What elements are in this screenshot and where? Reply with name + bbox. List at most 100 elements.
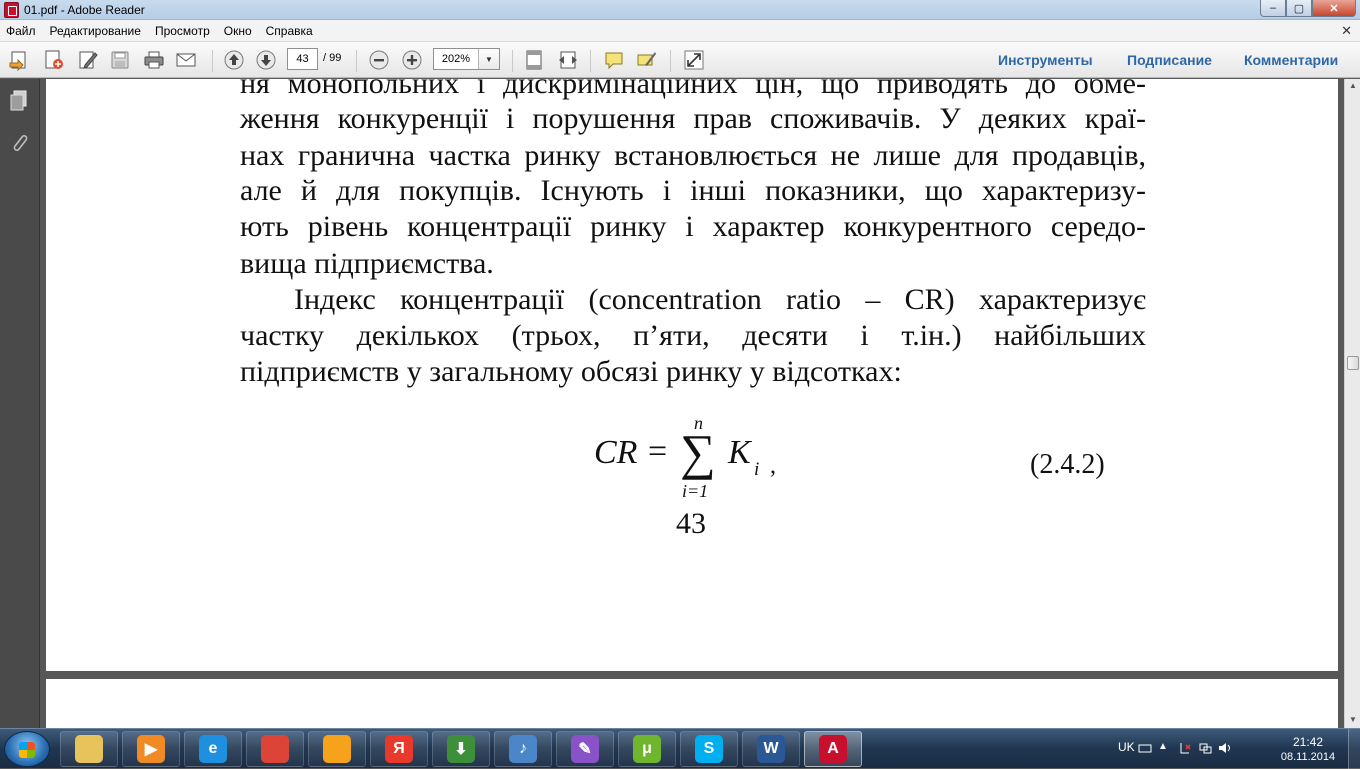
taskbar-app-button[interactable]: e — [184, 731, 242, 767]
text-line: але й для покупців. Існують і інші показ… — [240, 174, 1146, 207]
zoom-out-icon[interactable] — [367, 48, 391, 72]
toolbar-separator — [670, 50, 671, 72]
formula-subscript: i — [754, 459, 760, 480]
chevron-down-icon[interactable]: ▼ — [479, 49, 499, 69]
formula-upper-limit: n — [694, 413, 703, 433]
zoom-in-icon[interactable] — [400, 48, 424, 72]
internet-explorer-icon: e — [199, 735, 227, 763]
page-number-input[interactable]: 43 — [287, 48, 318, 70]
start-button[interactable] — [4, 731, 50, 767]
save-icon[interactable] — [108, 48, 132, 72]
show-desktop-button[interactable] — [1348, 729, 1360, 769]
sign-panel-link[interactable]: Подписание — [1127, 52, 1212, 68]
edit-pdf-icon[interactable] — [76, 48, 100, 72]
taskbar-app-button[interactable]: A — [804, 731, 862, 767]
toolbar-separator — [512, 50, 513, 72]
formula-lhs: CR — [594, 434, 638, 471]
page-number-footer: 43 — [676, 507, 706, 540]
volume-icon[interactable] — [1218, 741, 1232, 755]
chrome-icon — [261, 735, 289, 763]
toolbar-separator — [212, 50, 213, 72]
comment-panel-link[interactable]: Комментарии — [1244, 52, 1338, 68]
taskbar-app-button[interactable]: Я — [370, 731, 428, 767]
show-hidden-icons-icon[interactable]: ▲ — [1158, 741, 1172, 755]
scrollbar-thumb[interactable] — [1347, 356, 1359, 370]
taskbar-app-button[interactable] — [246, 731, 304, 767]
fullscreen-icon[interactable] — [682, 48, 706, 72]
adobe-reader-icon: A — [819, 735, 847, 763]
taskbar-app-button[interactable] — [60, 731, 118, 767]
taskbar-app-button[interactable]: S — [680, 731, 738, 767]
download-manager-icon: ⬇ — [447, 735, 475, 763]
text-line: частку декількох (трьох, п’яти, десяти і… — [240, 319, 1146, 352]
system-tray: UK ▲ 21:42 08.11.2014 — [1110, 729, 1360, 769]
open-icon[interactable] — [8, 48, 32, 72]
pdf-file-icon — [4, 2, 19, 18]
menu-edit[interactable]: Редактирование — [50, 24, 141, 38]
language-indicator[interactable]: UK — [1118, 740, 1135, 754]
text-line: ня монопольних і дискримінаційних цін, щ… — [240, 79, 1146, 100]
tools-panel-link[interactable]: Инструменты — [998, 52, 1093, 68]
page-thumbnails-icon[interactable] — [8, 89, 30, 113]
text-line: вища підприємства. — [240, 247, 494, 280]
maximize-button[interactable]: ▢ — [1286, 0, 1312, 17]
audio-icon: ♪ — [509, 735, 537, 763]
taskbar-app-button[interactable]: μ — [618, 731, 676, 767]
taskbar-app-button[interactable]: ▶ — [122, 731, 180, 767]
fit-page-icon[interactable] — [522, 48, 546, 72]
fit-width-icon[interactable] — [556, 48, 580, 72]
menu-view[interactable]: Просмотр — [155, 24, 210, 38]
window-controls: – ▢ ✕ — [1260, 0, 1356, 18]
toolbar-separator — [356, 50, 357, 72]
menu-window[interactable]: Окно — [224, 24, 252, 38]
email-icon[interactable] — [174, 48, 198, 72]
network-icon[interactable] — [1198, 741, 1212, 755]
vertical-scrollbar[interactable]: ▲ ▼ — [1344, 79, 1360, 728]
adobe-reader-window: 01.pdf - Adobe Reader – ▢ ✕ Файл Редакти… — [0, 0, 1360, 739]
highlight-icon[interactable] — [634, 48, 658, 72]
close-button[interactable]: ✕ — [1312, 0, 1356, 17]
next-page-icon[interactable] — [254, 48, 278, 72]
formula-equals: = — [648, 433, 668, 470]
text-line: нах гранична частка ринку встановлюється… — [240, 139, 1146, 172]
menu-file[interactable]: Файл — [6, 24, 36, 38]
page-total: / 99 — [323, 52, 342, 64]
stylus-app-icon: ✎ — [571, 735, 599, 763]
attachments-icon[interactable] — [8, 131, 30, 155]
toolbar-separator — [590, 50, 591, 72]
menu-bar: Файл Редактирование Просмотр Окно Справк… — [0, 20, 1360, 42]
close-document-icon[interactable]: ✕ — [1341, 23, 1352, 39]
explorer-icon — [75, 735, 103, 763]
taskbar: ▶ e Я ⬇ ♪ ✎ μ S W A UK ▲ 21:42 08.11.2014 — [0, 728, 1360, 769]
window-title: 01.pdf - Adobe Reader — [24, 3, 145, 17]
text-line: ження конкуренції і порушення прав спожи… — [240, 102, 1146, 135]
taskbar-app-button[interactable]: ⬇ — [432, 731, 490, 767]
action-center-icon[interactable] — [1178, 741, 1192, 755]
taskbar-app-button[interactable]: W — [742, 731, 800, 767]
pdf-page: ня монопольних і дискримінаційних цін, щ… — [46, 79, 1338, 671]
menu-help[interactable]: Справка — [266, 24, 313, 38]
formula-comma: , — [770, 453, 776, 479]
title-bar: 01.pdf - Adobe Reader – ▢ ✕ — [0, 0, 1360, 20]
scroll-up-icon[interactable]: ▲ — [1347, 81, 1359, 90]
comment-icon[interactable] — [602, 48, 626, 72]
formula-term: K — [728, 434, 751, 471]
text-line: підприємств у загальному обсязі ринку у … — [240, 355, 902, 388]
clock-time[interactable]: 21:42 — [1275, 735, 1341, 749]
text-line: Індекс концентрації (concentration ratio… — [294, 283, 1146, 316]
zoom-value[interactable]: 202% — [434, 49, 479, 69]
create-pdf-icon[interactable] — [42, 48, 66, 72]
zoom-select[interactable]: 202% ▼ — [433, 48, 500, 70]
print-icon[interactable] — [142, 48, 166, 72]
taskbar-app-button[interactable]: ♪ — [494, 731, 552, 767]
taskbar-app-button[interactable]: ✎ — [556, 731, 614, 767]
scroll-down-icon[interactable]: ▼ — [1347, 715, 1359, 724]
clock-date[interactable]: 08.11.2014 — [1275, 751, 1341, 763]
utorrent-icon: μ — [633, 735, 661, 763]
word-icon: W — [757, 735, 785, 763]
keyboard-icon[interactable] — [1138, 741, 1152, 755]
previous-page-icon[interactable] — [222, 48, 246, 72]
minimize-button[interactable]: – — [1260, 0, 1286, 17]
document-view[interactable]: ня монопольних і дискримінаційних цін, щ… — [40, 79, 1344, 739]
taskbar-app-button[interactable] — [308, 731, 366, 767]
